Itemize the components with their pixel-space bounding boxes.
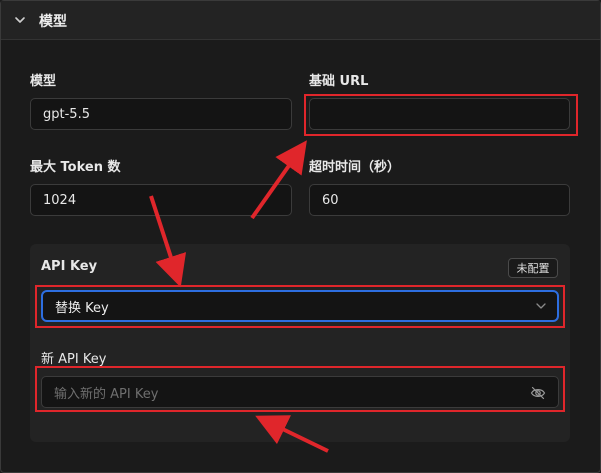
api-key-card (30, 244, 570, 442)
status-badge: 未配置 (508, 258, 558, 278)
base-url-label: 基础 URL (309, 74, 369, 89)
new-api-key-label: 新 API Key (41, 352, 107, 367)
max-tokens-input[interactable]: 1024 (30, 184, 292, 216)
api-key-label: API Key (41, 259, 98, 274)
section-title: 模型 (39, 14, 67, 30)
timeout-label: 超时时间（秒） (309, 160, 401, 175)
chevron-down-icon[interactable] (13, 13, 27, 27)
timeout-input[interactable]: 60 (309, 184, 570, 216)
annotation-box-select (35, 285, 565, 328)
max-tokens-label: 最大 Token 数 (30, 160, 121, 175)
model-label: 模型 (30, 74, 57, 89)
annotation-box-base-url (304, 94, 578, 136)
model-input[interactable]: gpt-5.5 (30, 98, 292, 130)
annotation-box-new-key (35, 366, 565, 412)
section-header[interactable]: 模型 (1, 1, 600, 40)
